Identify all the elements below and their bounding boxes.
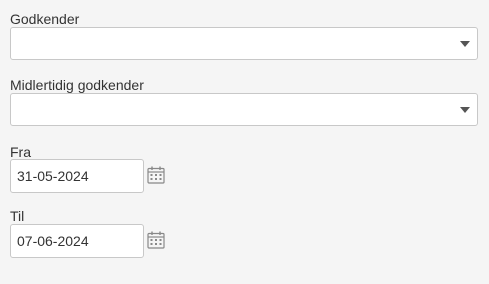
chevron-down-icon <box>460 107 470 113</box>
chevron-down-icon <box>460 41 470 47</box>
temp-approver-label: Midlertidig godkender <box>10 77 144 93</box>
calendar-icon[interactable] <box>147 231 165 249</box>
from-date-input[interactable] <box>10 159 144 193</box>
to-date-input[interactable] <box>10 224 144 258</box>
approver-select[interactable] <box>10 27 478 60</box>
calendar-icon[interactable] <box>147 166 165 184</box>
from-label: Fra <box>10 144 31 160</box>
temp-approver-select[interactable] <box>10 93 478 126</box>
to-label: Til <box>10 208 25 224</box>
approver-label: Godkender <box>10 11 80 27</box>
